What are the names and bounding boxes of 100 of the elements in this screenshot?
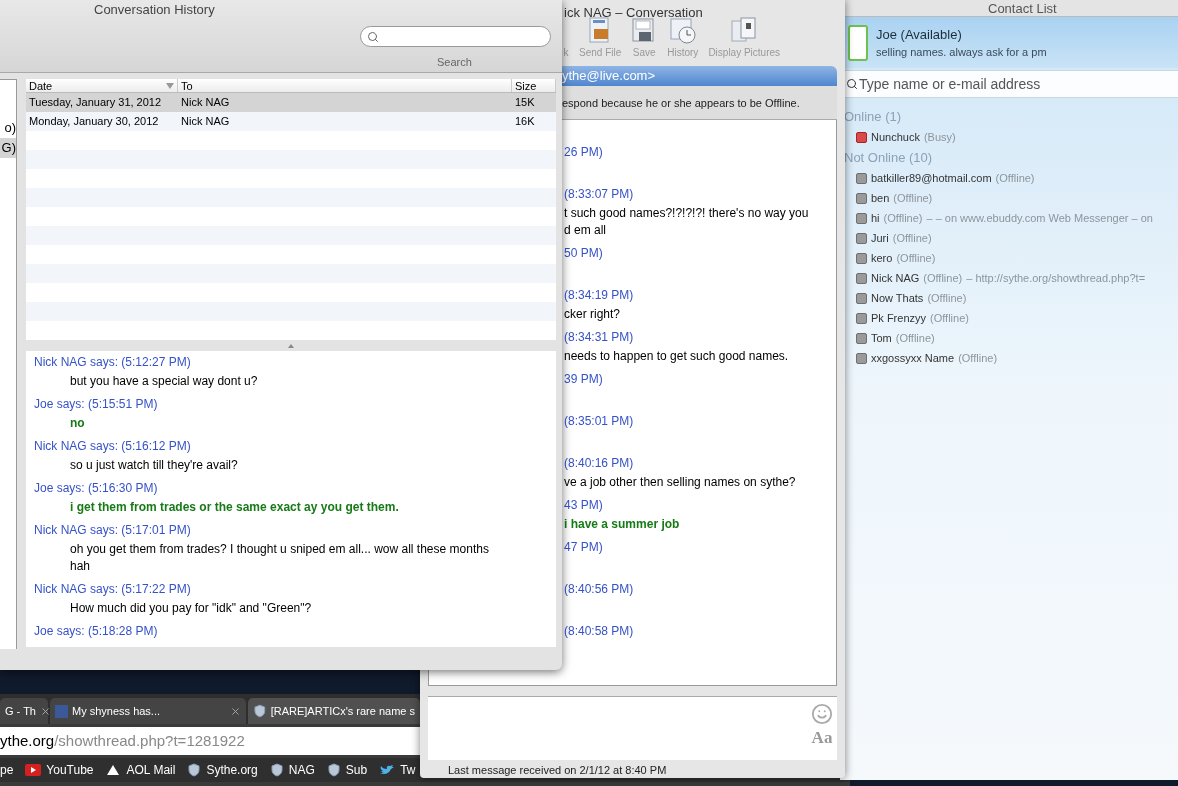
offline-status-icon [856, 272, 867, 284]
contact-item[interactable]: Tom (Offline) [844, 328, 1178, 348]
contact-item[interactable]: hi (Offline) – – on www.ebuddy.com Web Messenger – on [844, 208, 1178, 228]
column-header[interactable]: Size [512, 79, 556, 92]
message-header: (8:40:56 PM) [564, 580, 634, 598]
browser-tab[interactable]: G - Th [0, 698, 48, 724]
user-name: Joe (Available) [876, 25, 963, 44]
bookmark[interactable]: Tw [379, 761, 416, 779]
shield-icon [269, 763, 284, 777]
message-text: d em all [564, 221, 607, 239]
shield-icon [326, 763, 341, 777]
message-header: 47 PM) [564, 538, 603, 556]
browser-tab[interactable]: [RARE]ARTICx's rare name s [248, 698, 420, 724]
splitter-handle-icon[interactable] [288, 343, 294, 348]
message-text: ve a job other then selling names on sythe? [564, 473, 796, 491]
close-icon[interactable] [230, 705, 241, 717]
busy-status-icon [856, 131, 867, 143]
message-text: i have a summer job [564, 515, 680, 533]
contact-item[interactable]: ben (Offline) [844, 188, 1178, 208]
offline-status-icon [856, 292, 867, 304]
offline-status-icon [856, 332, 867, 344]
bookmark[interactable]: pe [0, 761, 14, 779]
message-header: (8:34:19 PM) [564, 286, 634, 304]
message-header: 39 PM) [564, 370, 603, 388]
message-header: Nick NAG says: (5:16:12 PM) [34, 438, 191, 455]
avatar [848, 24, 868, 61]
message-text: so u just watch till they're avail? [69, 457, 238, 474]
table-row[interactable]: Monday, January 30, 2012 Nick NAG 16K [26, 112, 556, 131]
offline-status-icon [856, 232, 867, 244]
column-header[interactable]: Date [26, 79, 178, 92]
status-text: Last message received on 2/1/12 at 8:40 PM [447, 762, 668, 778]
close-icon[interactable] [40, 705, 51, 717]
sidebar-item[interactable]: o) [0, 118, 16, 138]
contact-item[interactable]: Nunchuck (Busy) [844, 127, 1178, 147]
clock-window-icon [668, 16, 697, 45]
message-text: How much did you pay for "idk" and "Green"? [69, 600, 312, 617]
offline-status-icon [856, 172, 867, 184]
triangle-logo-icon [105, 764, 122, 776]
message-header: 50 PM) [564, 244, 603, 262]
contact-item[interactable]: Now Thats (Offline) [844, 288, 1178, 308]
message-header: Nick NAG says: (5:12:27 PM) [34, 354, 191, 371]
smiley-icon[interactable] [811, 702, 833, 725]
bookmark[interactable]: YouTube [25, 761, 94, 779]
message-text: needs to happen to get such good names. [564, 347, 789, 365]
message-text: i get them from trades or the same exact ay you get them. [69, 499, 399, 516]
message-header: 26 PM) [564, 143, 603, 161]
browser-tab[interactable]: My shyness has... [50, 698, 246, 724]
address-bar[interactable]: ythe.org/showthread.php?t=1281922 [0, 727, 420, 755]
offline-status-icon [856, 312, 867, 324]
column-header[interactable]: To [178, 79, 512, 92]
message-header: Nick NAG says: (5:17:22 PM) [34, 581, 191, 598]
window-title: Contact List [988, 0, 1057, 17]
bookmark[interactable]: Sub [326, 761, 368, 779]
url-host: ythe.org [0, 730, 55, 751]
message-text: no [69, 415, 85, 432]
url-path: /showthread.php?t=1281922 [54, 730, 245, 751]
table-cell-text: Nick NAG [180, 114, 231, 130]
message-text: oh you get them from trades? I thought u sniped em all... wow all these months [69, 541, 489, 558]
message-header: (8:33:07 PM) [564, 185, 634, 203]
message-header: (8:40:58 PM) [564, 622, 634, 640]
window-title: Conversation History [94, 1, 215, 19]
contact-item[interactable]: Pk Frenzyy (Offline) [844, 308, 1178, 328]
message-text: t such good names?!?!?!?! there's no way you [564, 204, 809, 222]
offline-status-icon [856, 252, 867, 264]
message-text: hah [69, 558, 91, 575]
bookmark[interactable]: AOL Mail [105, 761, 176, 779]
offline-status-icon [856, 192, 867, 204]
message-header: 43 PM) [564, 496, 603, 514]
table-row[interactable]: Tuesday, January 31, 2012 Nick NAG 15K [26, 93, 556, 112]
table-cell-text: Nick NAG [180, 95, 231, 111]
sidebar-item[interactable]: G) [0, 138, 16, 158]
bookmark[interactable]: NAG [269, 761, 315, 779]
message-header: Joe says: (5:18:28 PM) [34, 623, 158, 640]
bookmark[interactable]: Sythe.org [187, 761, 258, 779]
play-icon [25, 764, 42, 776]
offline-status-icon [856, 352, 867, 364]
bird-icon [379, 764, 396, 776]
shield-icon [253, 704, 267, 718]
f-logo-icon [55, 704, 68, 718]
search-icon [846, 78, 858, 90]
contact-item[interactable]: xxgossyxx Name (Offline) [844, 348, 1178, 368]
contact-item[interactable]: kero (Offline) [844, 248, 1178, 268]
contact-item[interactable]: batkiller89@hotmail.com (Offline) [844, 168, 1178, 188]
contact-item[interactable]: Nick NAG (Offline) – http://sythe.org/showthread.php?t= [844, 268, 1178, 288]
table-cell-text: Monday, January 30, 2012 [28, 114, 160, 130]
message-header: (8:40:16 PM) [564, 454, 634, 472]
contact-search-field[interactable]: Type name or e-mail address [845, 70, 1178, 98]
table-cell-text: 15K [514, 95, 536, 111]
message-header: Joe says: (5:16:30 PM) [34, 480, 158, 497]
sort-arrow-icon [166, 82, 174, 89]
search-icon [367, 30, 379, 43]
offline-status-icon [856, 212, 867, 224]
message-text: but you have a special way dont u? [69, 373, 258, 390]
user-message: selling names. always ask for a pm [876, 45, 1047, 60]
message-text: cker right? [564, 305, 621, 323]
search-field[interactable] [360, 26, 551, 47]
message-header: (8:35:01 PM) [564, 412, 634, 430]
shield-icon [187, 763, 202, 777]
message-header: Nick NAG says: (5:17:01 PM) [34, 522, 191, 539]
contact-item[interactable]: Juri (Offline) [844, 228, 1178, 248]
